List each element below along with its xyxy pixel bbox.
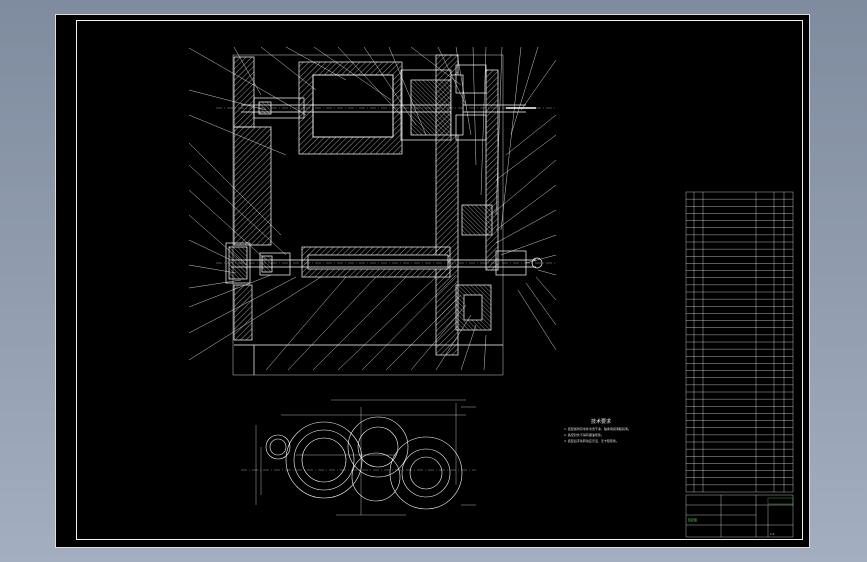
notes-line-3: 3. 装配后手动转动应灵活，无卡阻现象。 [564,438,619,443]
parts-list [685,191,794,493]
technical-notes: 技术要求 1. 装配前所有零件清洗干净，轴承用润滑脂润滑。 2. 各密封处不得有… [564,418,631,443]
drawing-canvas: 技术要求 1. 装配前所有零件清洗干净，轴承用润滑脂润滑。 2. 各密封处不得有… [188,46,794,538]
notes-title: 技术要求 [591,418,611,425]
section-view [188,46,557,376]
cad-viewport[interactable]: 技术要求 1. 装配前所有零件清洗干净，轴承用润滑脂润滑。 2. 各密封处不得有… [0,0,867,562]
notes-line-1: 1. 装配前所有零件清洗干净，轴承用润滑脂润滑。 [564,426,631,431]
title-block [685,494,794,538]
drawing-sheet: 技术要求 1. 装配前所有零件清洗干净，轴承用润滑脂润滑。 2. 各密封处不得有… [55,14,810,548]
drawing-scale: 1:1 [770,532,775,536]
drawing-title: 装配图 [688,517,697,522]
gear-train-view [241,399,476,516]
notes-line-2: 2. 各密封处不得有漏油现象。 [564,432,604,437]
